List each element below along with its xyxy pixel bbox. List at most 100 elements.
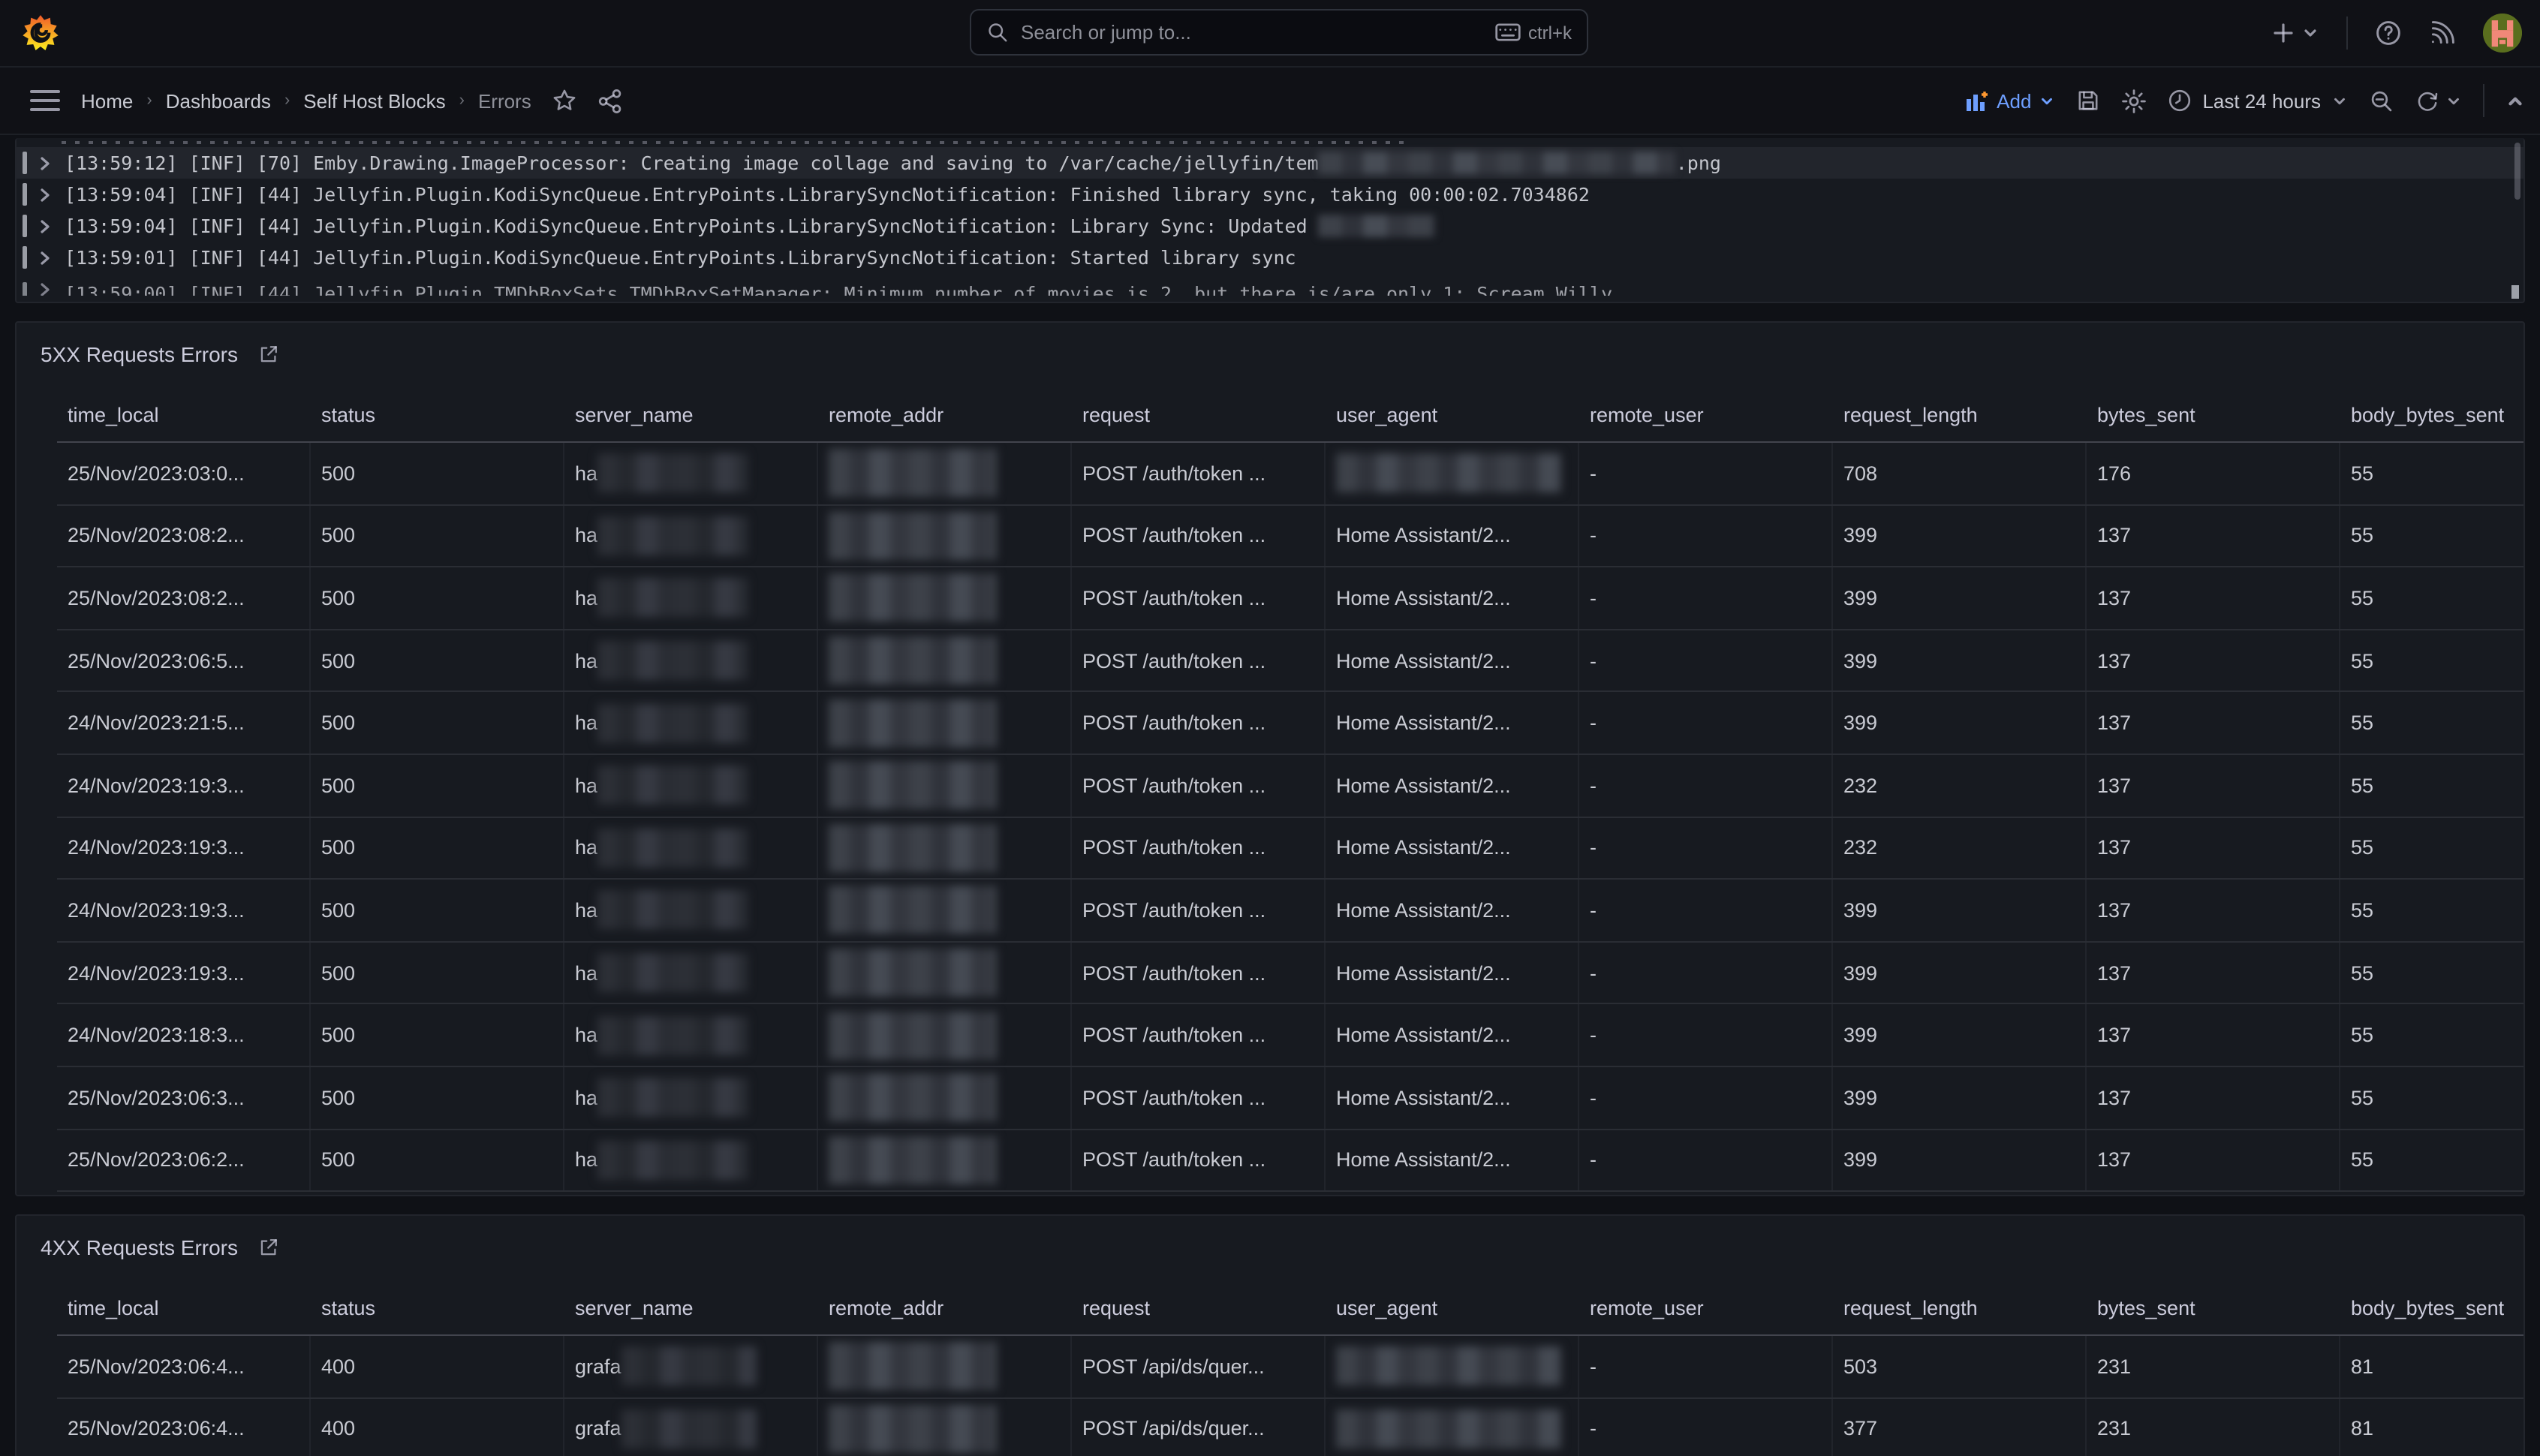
column-header-bytes_sent[interactable]: bytes_sent [2087,390,2340,441]
server-name-prefix: ha [575,649,597,672]
column-header-time_local[interactable]: time_local [57,390,311,441]
server-name-prefix: ha [575,961,597,984]
top-bar: Search or jump to... ctrl+k [0,0,2540,68]
external-link-icon[interactable] [257,1237,278,1258]
column-header-status[interactable]: status [311,1283,564,1334]
cell-body_bytes_sent: 55 [2340,567,2525,628]
breadcrumb-item-home[interactable]: Home [81,89,133,112]
time-range-picker[interactable]: Last 24 hours [2168,89,2348,113]
cell-user_agent: Home Assistant/2... [1326,630,1579,691]
column-header-status[interactable]: status [311,390,564,441]
grafana-logo-icon[interactable] [21,14,60,53]
cell-request: POST /auth/token ... [1072,943,1326,1003]
table-row: 25/Nov/2023:03:0...500haPOST /auth/token… [57,443,2523,505]
search-input[interactable]: Search or jump to... ctrl+k [970,9,1588,56]
column-header-request[interactable]: request [1072,390,1326,441]
log-row[interactable]: [13:59:00] [INF] [44] Jellyfin.Plugin.TM… [17,273,2523,296]
log-expand-chevron-icon[interactable] [39,187,51,202]
keyboard-icon [1495,23,1521,42]
share-icon[interactable] [597,88,623,113]
panel-header[interactable]: 5XX Requests Errors [17,323,2523,375]
cell-server_name: ha [564,1005,818,1066]
cell-request_length: 399 [1833,630,2087,691]
new-button[interactable] [2271,21,2319,45]
column-header-time_local[interactable]: time_local [57,1283,311,1334]
redacted-user-agent [1336,454,1561,493]
column-header-user_agent[interactable]: user_agent [1326,390,1579,441]
avatar-pixel-art [2483,14,2522,53]
column-header-bytes_sent[interactable]: bytes_sent [2087,1283,2340,1334]
table-row: 25/Nov/2023:08:2...500haPOST /auth/token… [57,505,2523,567]
column-header-remote_user[interactable]: remote_user [1579,1283,1833,1334]
cell-bytes_sent: 137 [2087,630,2340,691]
log-row[interactable]: [13:59:04] [INF] [44] Jellyfin.Plugin.Ko… [17,179,2523,210]
column-header-body_bytes_sent[interactable]: body_bytes_sent [2340,1283,2525,1334]
cell-request: POST /auth/token ... [1072,1130,1326,1190]
panel-5xx-requests-errors: 5XX Requests Errors time_localstatusserv… [15,321,2525,1196]
table-row: 24/Nov/2023:18:3...500haPOST /auth/token… [57,1005,2523,1067]
cell-request: POST /auth/token ... [1072,1005,1326,1066]
save-icon[interactable] [2076,89,2100,113]
menu-icon[interactable] [30,89,60,113]
column-header-request_length[interactable]: request_length [1833,1283,2087,1334]
search-placeholder: Search or jump to... [1021,21,1483,44]
column-header-remote_addr[interactable]: remote_addr [818,1283,1072,1334]
cell-request_length: 399 [1833,1130,2087,1190]
settings-gear-icon[interactable] [2121,88,2147,113]
grafana-app: Search or jump to... ctrl+k [0,0,2540,1456]
breadcrumb-item-dashboards[interactable]: Dashboards [166,89,271,112]
cell-user_agent: Home Assistant/2... [1326,1067,1579,1128]
zoom-out-icon[interactable] [2369,88,2394,113]
column-header-remote_addr[interactable]: remote_addr [818,390,1072,441]
cell-remote_user: - [1579,1398,1833,1456]
column-header-server_name[interactable]: server_name [564,1283,818,1334]
table-row: 25/Nov/2023:06:2...500haPOST /auth/token… [57,1130,2523,1192]
cell-remote_addr [818,567,1072,628]
redacted-text [1319,215,1436,237]
log-scrollbar-thumb[interactable] [2514,143,2520,200]
cell-bytes_sent: 137 [2087,1067,2340,1128]
news-rss-icon[interactable] [2429,20,2456,47]
cell-time_local: 25/Nov/2023:08:2... [57,505,311,566]
log-expand-chevron-icon[interactable] [39,155,51,170]
star-icon[interactable] [552,89,576,113]
column-header-server_name[interactable]: server_name [564,390,818,441]
column-header-request[interactable]: request [1072,1283,1326,1334]
log-expand-chevron-icon[interactable] [39,218,51,233]
column-header-user_agent[interactable]: user_agent [1326,1283,1579,1334]
log-expand-chevron-icon[interactable] [39,250,51,265]
log-row[interactable]: [13:59:12] [INF] [70] Emby.Drawing.Image… [17,147,2523,179]
add-button[interactable]: Add [1965,89,2055,112]
column-header-request_length[interactable]: request_length [1833,390,2087,441]
log-scroll-corner[interactable] [2511,285,2519,299]
redacted-remote-addr [829,1136,997,1184]
cell-server_name: ha [564,443,818,504]
cell-user_agent: Home Assistant/2... [1326,1130,1579,1190]
log-expand-chevron-icon[interactable] [39,282,51,296]
breadcrumb-item-self-host-blocks[interactable]: Self Host Blocks [303,89,445,112]
log-row[interactable]: [13:59:04] [INF] [44] Jellyfin.Plugin.Ko… [17,210,2523,242]
cell-time_local: 25/Nov/2023:03:0... [57,443,311,504]
cell-remote_user: - [1579,1336,1833,1397]
column-header-remote_user[interactable]: remote_user [1579,390,1833,441]
panel-header[interactable]: 4XX Requests Errors [17,1216,2523,1268]
user-avatar[interactable] [2483,14,2522,53]
cell-remote_user: - [1579,943,1833,1003]
chevron-down-icon [2301,24,2319,42]
redacted-remote-addr [829,1011,997,1059]
table-body: 25/Nov/2023:06:4...400grafaPOST /api/ds/… [57,1336,2523,1456]
cell-request_length: 399 [1833,1067,2087,1128]
log-row[interactable]: [13:59:01] [INF] [44] Jellyfin.Plugin.Ko… [17,242,2523,273]
external-link-icon[interactable] [257,344,278,365]
cell-remote_addr [818,1336,1072,1397]
server-name-prefix: grafa [575,1418,621,1440]
column-header-body_bytes_sent[interactable]: body_bytes_sent [2340,390,2525,441]
cell-status: 500 [311,567,564,628]
redacted-server-name [597,1078,748,1117]
refresh-button[interactable] [2415,89,2462,113]
table-header: time_localstatusserver_nameremote_addrre… [57,1283,2523,1336]
cell-status: 500 [311,505,564,566]
help-icon[interactable] [2375,20,2402,47]
collapse-up-icon[interactable] [2505,91,2525,110]
log-row-partial[interactable] [17,138,2523,147]
